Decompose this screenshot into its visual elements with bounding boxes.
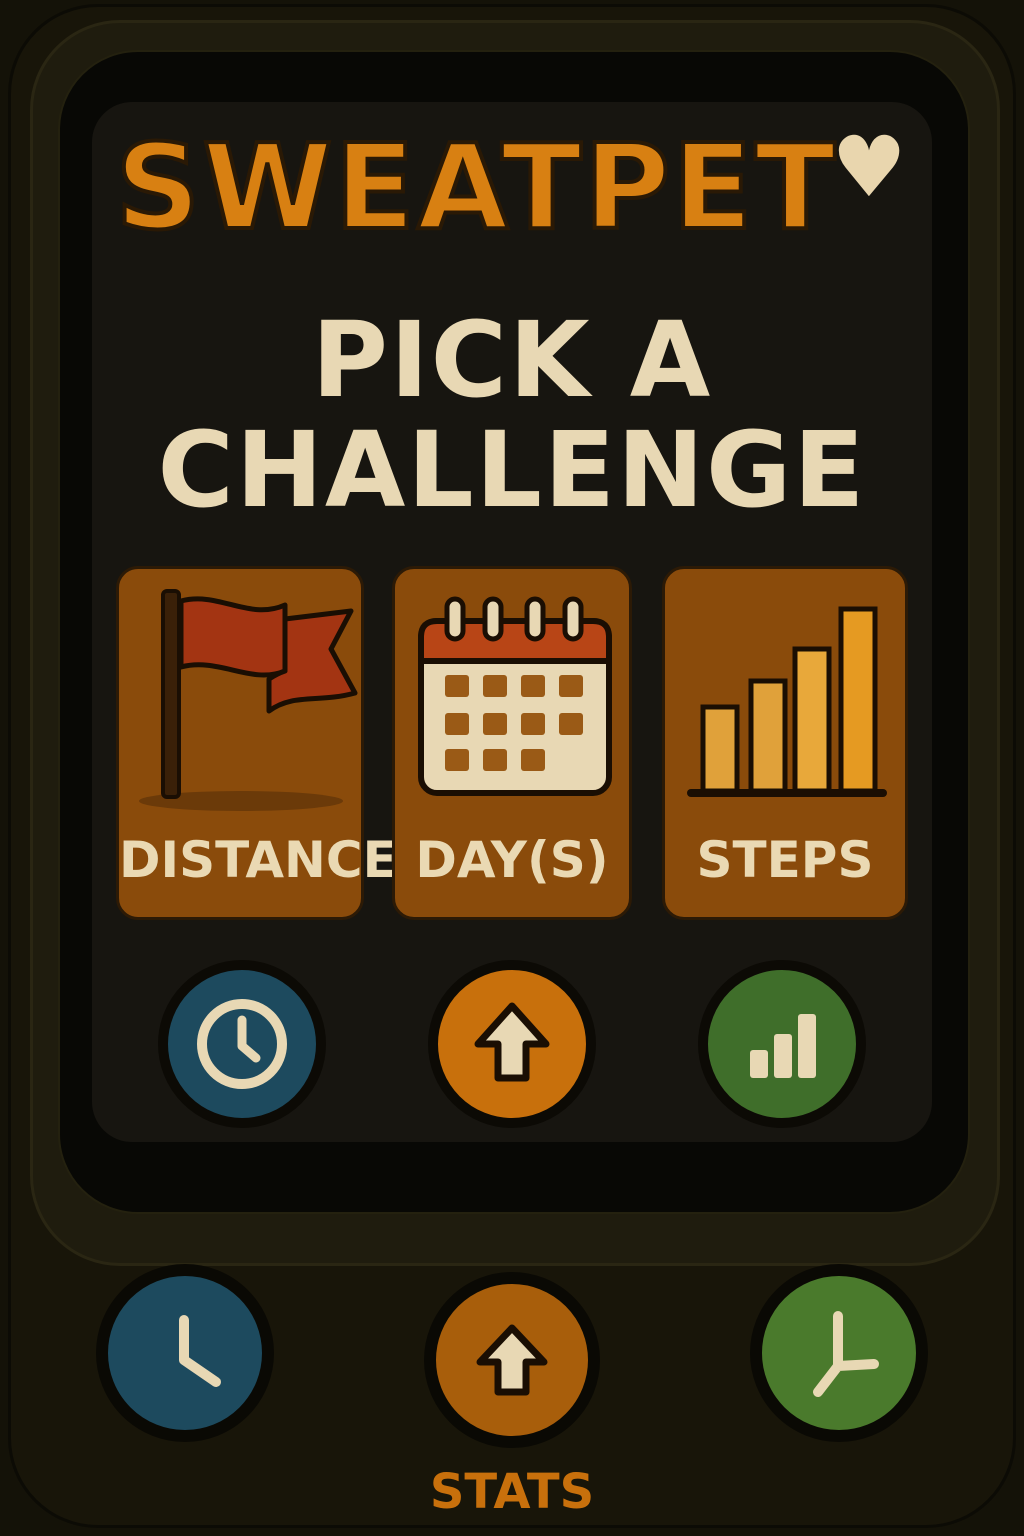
challenge-label-steps: STEPS (696, 831, 874, 889)
headline-line-1: PICK A (311, 299, 713, 421)
stats-label[interactable]: STATS (0, 1464, 1024, 1520)
up-arrow-icon (474, 1002, 550, 1082)
challenge-card-steps[interactable]: STEPS (662, 566, 908, 920)
flag-icon (139, 589, 358, 811)
bottom-nav-timer-button[interactable] (750, 1264, 928, 1442)
challenge-label-days: DAY(S) (415, 831, 609, 889)
bar-chart-icon (687, 606, 887, 797)
app-name: SWEATPET (113, 116, 838, 258)
challenge-card-distance[interactable]: DISTANCE (116, 566, 397, 920)
clock-icon (813, 1311, 879, 1397)
challenge-label-distance: DISTANCE (119, 831, 397, 889)
clock-button[interactable] (158, 960, 326, 1128)
boost-button[interactable] (428, 960, 596, 1128)
challenge-card-days[interactable]: DAY(S) (392, 566, 632, 920)
bottom-nav-clock-button[interactable] (96, 1264, 274, 1442)
headline-line-2: CHALLENGE (157, 409, 867, 531)
clock-icon (197, 999, 287, 1089)
calendar-icon (418, 596, 612, 796)
clock-icon (179, 1315, 221, 1387)
heart-icon: ♥ (831, 118, 909, 216)
app-logo: SWEATPET♥ (0, 116, 1024, 258)
signal-button[interactable] (698, 960, 866, 1128)
bottom-nav-up-button[interactable] (424, 1272, 600, 1448)
signal-bars-icon (750, 1014, 816, 1078)
up-arrow-icon (476, 1324, 548, 1396)
